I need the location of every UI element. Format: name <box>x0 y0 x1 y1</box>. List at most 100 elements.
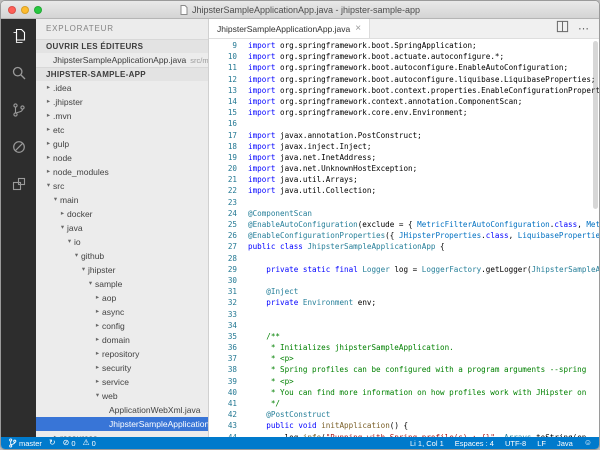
code-content[interactable]: import org.springframework.boot.SpringAp… <box>246 39 599 437</box>
tree-folder-etc[interactable]: ▸etc <box>36 123 208 137</box>
tree-folder-async[interactable]: ▸async <box>36 305 208 319</box>
editor-scrollbar[interactable] <box>592 39 599 437</box>
line-number: 21 <box>209 174 237 185</box>
code-token: .toString(en <box>532 433 587 437</box>
code-line-30[interactable] <box>248 275 599 286</box>
tree-folder-io[interactable]: ▾io <box>36 235 208 249</box>
code-line-10[interactable]: import org.springframework.boot.actuate.… <box>248 51 599 62</box>
code-line-14[interactable]: import org.springframework.context.annot… <box>248 96 599 107</box>
explorer-icon[interactable] <box>10 27 28 45</box>
code-line-29[interactable]: private static final Logger log = Logger… <box>248 264 599 275</box>
code-line-31[interactable]: @Inject <box>248 286 599 297</box>
code-line-22[interactable]: import java.util.Collection; <box>248 185 599 196</box>
code-line-26[interactable]: @EnableConfigurationProperties({ JHipste… <box>248 230 599 241</box>
code-line-32[interactable]: private Environment env; <box>248 297 599 308</box>
open-editors-header[interactable]: OUVRIR LES ÉDITEURS <box>36 39 208 53</box>
status-item[interactable]: LF <box>537 439 546 448</box>
chevron-down-icon: ▾ <box>72 249 81 263</box>
code-line-15[interactable]: import org.springframework.core.env.Envi… <box>248 107 599 118</box>
code-line-36[interactable]: * Initializes jhipsterSampleApplication. <box>248 342 599 353</box>
search-icon[interactable] <box>10 64 28 82</box>
code-line-28[interactable] <box>248 253 599 264</box>
project-section-header[interactable]: JHIPSTER-SAMPLE-APP <box>36 67 208 81</box>
code-line-21[interactable]: import java.util.Arrays; <box>248 174 599 185</box>
tab-jhipstersampleapplicationapp[interactable]: JhipsterSampleApplicationApp.java × <box>209 19 370 38</box>
code-line-43[interactable]: public void initApplication() { <box>248 420 599 431</box>
error-indicator[interactable]: ⊘ 0 <box>63 439 76 448</box>
status-item[interactable]: Espaces : 4 <box>455 439 494 448</box>
tree-folder-security[interactable]: ▸security <box>36 361 208 375</box>
tree-folder-github[interactable]: ▾github <box>36 249 208 263</box>
more-actions-icon[interactable]: ⋯ <box>578 22 590 35</box>
code-line-37[interactable]: * <p> <box>248 353 599 364</box>
tree-folder-.mvn[interactable]: ▸.mvn <box>36 109 208 123</box>
open-editor-item[interactable]: JhipsterSampleApplicationApp.javasrc/m..… <box>36 53 208 67</box>
tree-folder-web[interactable]: ▾web <box>36 389 208 403</box>
tree-file-JhipsterSampleApplicationApp.java[interactable]: JhipsterSampleApplicationApp.java <box>36 417 208 431</box>
split-editor-icon[interactable] <box>556 20 569 38</box>
code-line-41[interactable]: */ <box>248 398 599 409</box>
tree-folder-aop[interactable]: ▸aop <box>36 291 208 305</box>
tree-folder-java[interactable]: ▾java <box>36 221 208 235</box>
git-branch-indicator[interactable]: master <box>8 438 42 448</box>
tree-folder-repository[interactable]: ▸repository <box>36 347 208 361</box>
sidebar-title: EXPLORATEUR <box>36 19 208 39</box>
code-line-40[interactable]: * You can find more information on how p… <box>248 387 599 398</box>
source-control-icon[interactable] <box>10 101 28 119</box>
code-token: import <box>248 153 275 162</box>
tree-folder-service[interactable]: ▸service <box>36 375 208 389</box>
code-line-16[interactable] <box>248 118 599 129</box>
tree-folder-main[interactable]: ▾main <box>36 193 208 207</box>
tree-folder-jhipster[interactable]: ▾jhipster <box>36 263 208 277</box>
tree-folder-node_modules[interactable]: ▸node_modules <box>36 165 208 179</box>
tree-folder-sample[interactable]: ▾sample <box>36 277 208 291</box>
code-line-34[interactable] <box>248 320 599 331</box>
code-line-9[interactable]: import org.springframework.boot.SpringAp… <box>248 40 599 51</box>
code-token: ({ <box>385 231 399 240</box>
code-line-13[interactable]: import org.springframework.boot.context.… <box>248 85 599 96</box>
code-line-42[interactable]: @PostConstruct <box>248 409 599 420</box>
code-line-44[interactable]: log.info("Running with Spring profile(s)… <box>248 432 599 437</box>
code-line-23[interactable] <box>248 197 599 208</box>
debug-icon[interactable] <box>10 138 28 156</box>
status-item[interactable]: UTF-8 <box>505 439 526 448</box>
minimize-window-button[interactable] <box>21 6 29 14</box>
tab-close-icon[interactable]: × <box>355 24 361 34</box>
code-line-19[interactable]: import java.net.InetAddress; <box>248 152 599 163</box>
tree-folder-gulp[interactable]: ▸gulp <box>36 137 208 151</box>
tree-folder-node[interactable]: ▸node <box>36 151 208 165</box>
code-line-18[interactable]: import javax.inject.Inject; <box>248 141 599 152</box>
close-window-button[interactable] <box>8 6 16 14</box>
code-line-39[interactable]: * <p> <box>248 376 599 387</box>
code-line-17[interactable]: import javax.annotation.PostConstruct; <box>248 130 599 141</box>
feedback-smiley-icon[interactable]: ☺ <box>584 439 592 447</box>
code-line-24[interactable]: @ComponentScan <box>248 208 599 219</box>
code-editor[interactable]: 9101112131415161718192021222324252627282… <box>209 39 599 437</box>
code-line-12[interactable]: import org.springframework.boot.autoconf… <box>248 74 599 85</box>
extensions-icon[interactable] <box>10 175 28 193</box>
chevron-down-icon: ▾ <box>44 179 53 193</box>
scrollbar-thumb[interactable] <box>593 41 598 209</box>
code-line-20[interactable]: import java.net.UnknownHostException; <box>248 163 599 174</box>
code-line-25[interactable]: @EnableAutoConfiguration(exclude = { Met… <box>248 219 599 230</box>
code-line-11[interactable]: import org.springframework.boot.autoconf… <box>248 62 599 73</box>
tree-file-ApplicationWebXml.java[interactable]: ApplicationWebXml.java <box>36 403 208 417</box>
tree-folder-docker[interactable]: ▸docker <box>36 207 208 221</box>
tree-folder-.idea[interactable]: ▸.idea <box>36 81 208 95</box>
code-line-38[interactable]: * Spring profiles can be configured with… <box>248 364 599 375</box>
window-title-area: JhipsterSampleApplicationApp.java - jhip… <box>1 1 599 18</box>
tree-folder-.jhipster[interactable]: ▸.jhipster <box>36 95 208 109</box>
code-token: , <box>509 231 518 240</box>
tree-folder-domain[interactable]: ▸domain <box>36 333 208 347</box>
tree-folder-config[interactable]: ▸config <box>36 319 208 333</box>
tree-folder-src[interactable]: ▾src <box>36 179 208 193</box>
zoom-window-button[interactable] <box>34 6 42 14</box>
status-item[interactable]: Java <box>557 439 573 448</box>
code-token: org.springframework.context.annotation.C… <box>275 97 522 106</box>
sync-icon[interactable]: ↻ <box>49 439 56 447</box>
code-line-35[interactable]: /** <box>248 331 599 342</box>
code-line-33[interactable] <box>248 309 599 320</box>
status-item[interactable]: Li 1, Col 1 <box>410 439 444 448</box>
code-line-27[interactable]: public class JhipsterSampleApplicationAp… <box>248 241 599 252</box>
warning-indicator[interactable]: ⚠ 0 <box>83 439 96 448</box>
